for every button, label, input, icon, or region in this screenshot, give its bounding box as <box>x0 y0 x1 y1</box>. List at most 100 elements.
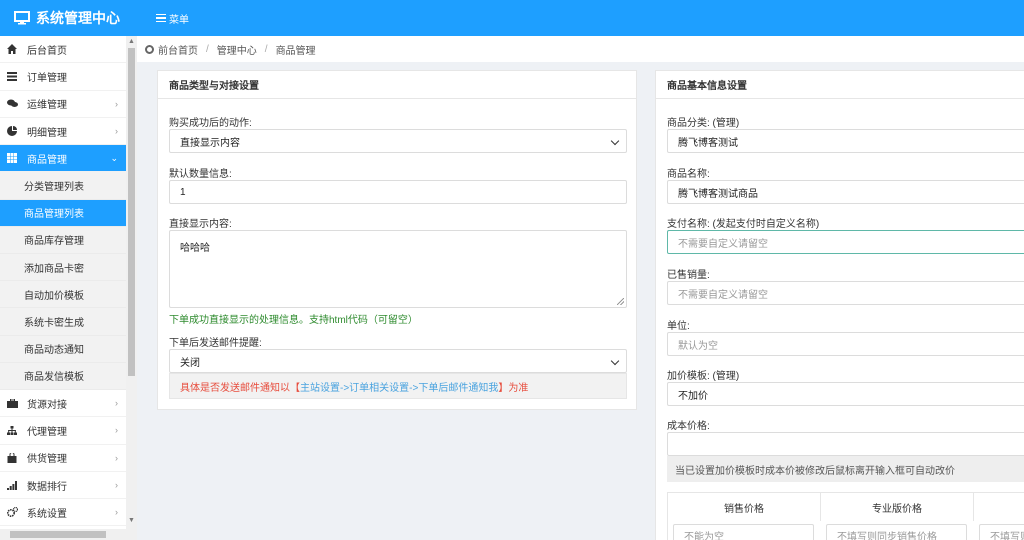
unit-label: 单位: <box>667 321 690 332</box>
note-prefix: 具体是否发送邮件通知以【 <box>180 382 300 394</box>
breadcrumb-link[interactable]: 前台首页 <box>158 42 198 57</box>
menu-icon <box>156 12 166 25</box>
sidebar-item-orders[interactable]: 订单管理 <box>0 63 126 91</box>
note-suffix: 】为准 <box>498 382 529 394</box>
sidebar-subitem[interactable]: 分类管理列表 <box>0 172 126 200</box>
app-title: 系统管理中心 <box>36 10 120 26</box>
sidebar-item-label: 供货管理 <box>27 454 67 466</box>
chevron-down-icon: ⌄ <box>110 152 118 163</box>
type-and-dock-settings-panel: 商品类型与对接设置 购买成功后的动作: 直接显示内容 默认数量信息: 1 直接显… <box>157 70 637 410</box>
sidebar-item-home[interactable]: 后台首页 <box>0 36 126 64</box>
sidebar-horizontal-scrollbar[interactable] <box>0 529 126 540</box>
cost-price-input[interactable] <box>667 432 1024 456</box>
sidebar-item-label: 后台首页 <box>27 45 67 57</box>
pay-name-label: 支付名称: (发起支付时自定义名称) <box>667 219 820 230</box>
menu-toggle-button[interactable]: 菜单 <box>156 11 189 26</box>
chevron-right-icon: › <box>115 398 118 409</box>
sidebar-item-label: 数据排行 <box>27 481 67 493</box>
brand[interactable]: 系统管理中心 <box>0 8 126 28</box>
panel-title: 商品基本信息设置 <box>656 71 1024 99</box>
scroll-up-arrow-icon[interactable]: ▲ <box>128 38 135 45</box>
product-name-input[interactable]: 腾飞博客测试商品 <box>667 180 1024 204</box>
sidebar-item-label: 系统设置 <box>27 508 67 520</box>
price-header-overflow <box>974 493 1024 521</box>
display-content-label: 直接显示内容: <box>169 219 232 230</box>
chevron-right-icon: › <box>115 126 118 137</box>
note-settings-path[interactable]: 主站设置->订单相关设置->下单后邮件通知我 <box>300 379 498 394</box>
markup-template-label: 加价模板: (管理) <box>667 371 740 382</box>
scroll-down-arrow-icon[interactable]: ▼ <box>128 517 135 524</box>
display-content-textarea[interactable]: 哈哈哈 <box>169 230 627 308</box>
breadcrumb-link[interactable]: 管理中心 <box>217 42 257 57</box>
chevron-right-icon: › <box>115 507 118 518</box>
panel-title: 商品类型与对接设置 <box>158 71 636 99</box>
briefcase-icon <box>6 397 18 409</box>
sidebar-item-label: 商品管理 <box>27 154 67 166</box>
third-price-input[interactable]: 不填写则同步 <box>979 524 1024 540</box>
chat-icon <box>6 98 18 110</box>
pay-name-input[interactable]: 不需要自定义请留空 <box>667 230 1024 254</box>
cost-price-label: 成本价格: <box>667 421 710 432</box>
sidebar-item-settings[interactable]: 系统设置 › <box>0 499 126 527</box>
chevron-right-icon: › <box>115 98 118 109</box>
markup-template-select[interactable]: 不加价 <box>667 382 1024 406</box>
default-qty-label: 默认数量信息: <box>169 169 232 180</box>
list-icon <box>6 70 18 82</box>
pro-price-header: 专业版价格 <box>821 493 974 521</box>
breadcrumb: 前台首页 / 管理中心 / 商品管理 <box>137 36 1024 62</box>
sidebar-subitem[interactable]: 系统卡密生成 <box>0 308 126 336</box>
pro-price-input[interactable]: 不填写则同步销售价格 <box>826 524 967 540</box>
bag-icon <box>6 452 18 464</box>
sidebar-item-ops[interactable]: 运维管理 › <box>0 91 126 118</box>
action-select[interactable]: 直接显示内容 <box>169 129 627 153</box>
email-notify-select[interactable]: 关闭 <box>169 349 627 373</box>
sidebar-item-label: 代理管理 <box>27 426 67 438</box>
sidebar-scrollbar-thumb[interactable] <box>128 48 135 376</box>
unit-input[interactable]: 默认为空 <box>667 332 1024 356</box>
chevron-right-icon: › <box>115 425 118 436</box>
menu-label: 菜单 <box>169 14 189 26</box>
sidebar-item-ranking[interactable]: 数据排行 › <box>0 472 126 500</box>
gears-icon <box>6 506 18 518</box>
globe-icon <box>145 44 154 54</box>
sidebar-subitem-active[interactable]: 商品管理列表 <box>0 199 126 227</box>
sold-count-label: 已售销量: <box>667 270 710 281</box>
sidebar-subitem[interactable]: 商品动态通知 <box>0 335 126 363</box>
sale-price-input[interactable]: 不能为空 <box>673 524 814 540</box>
category-select[interactable]: 腾飞博客测试 <box>667 129 1024 153</box>
default-qty-input[interactable]: 1 <box>169 180 627 204</box>
cost-price-note: 当已设置加价模板时成本价被修改后鼠标离开输入框可自动改价 <box>667 456 1024 482</box>
breadcrumb-separator: / <box>264 43 268 55</box>
sidebar-item-products[interactable]: 商品管理 ⌄ <box>0 145 126 173</box>
email-notify-label: 下单后发送邮件提醒: <box>169 338 262 349</box>
sidebar-item-supply-dock[interactable]: 货源对接 › <box>0 390 126 418</box>
horizontal-scrollbar-thumb[interactable] <box>10 531 106 538</box>
sidebar-item-agents[interactable]: 代理管理 › <box>0 417 126 445</box>
product-name-label: 商品名称: <box>667 169 710 180</box>
email-notify-note: 具体是否发送邮件通知以【 主站设置->订单相关设置->下单后邮件通知我 】为准 <box>169 373 627 399</box>
home-icon <box>6 43 18 55</box>
sidebar-subitem[interactable]: 商品发信模板 <box>0 362 126 390</box>
monitor-icon <box>14 11 30 25</box>
sold-count-input[interactable]: 不需要自定义请留空 <box>667 281 1024 305</box>
bar-signal-icon <box>6 479 18 491</box>
sidebar-item-label: 订单管理 <box>27 72 67 84</box>
chevron-right-icon: › <box>115 480 118 491</box>
basic-info-panel: 商品基本信息设置 商品分类: (管理) 腾飞博客测试 商品名称: 腾飞博客测试商… <box>655 70 1024 540</box>
resize-grip-icon[interactable] <box>617 298 624 305</box>
sidebar-item-label: 运维管理 <box>27 100 67 112</box>
pie-chart-icon <box>6 125 18 137</box>
grid-icon <box>6 152 18 164</box>
price-table: 销售价格 专业版价格 不能为空 不填写则同步销售价格 不填写则同步 <box>667 492 1024 540</box>
sidebar: 后台首页 订单管理 运维管理 › 明细管理 › 商品管理 ⌄ 分类管理列表 商品… <box>0 36 126 540</box>
breadcrumb-separator: / <box>206 43 209 55</box>
display-content-hint: 下单成功直接显示的处理信息。支持html代码（可留空） <box>169 315 418 326</box>
sidebar-subitem[interactable]: 自动加价模板 <box>0 281 126 309</box>
sidebar-item-label: 明细管理 <box>27 127 67 139</box>
display-content-value: 哈哈哈 <box>180 243 210 254</box>
action-label: 购买成功后的动作: <box>169 118 252 129</box>
sidebar-subitem[interactable]: 商品库存管理 <box>0 226 126 255</box>
sidebar-subitem[interactable]: 添加商品卡密 <box>0 254 126 282</box>
sidebar-item-supply[interactable]: 供货管理 › <box>0 445 126 472</box>
sidebar-item-details[interactable]: 明细管理 › <box>0 118 126 146</box>
